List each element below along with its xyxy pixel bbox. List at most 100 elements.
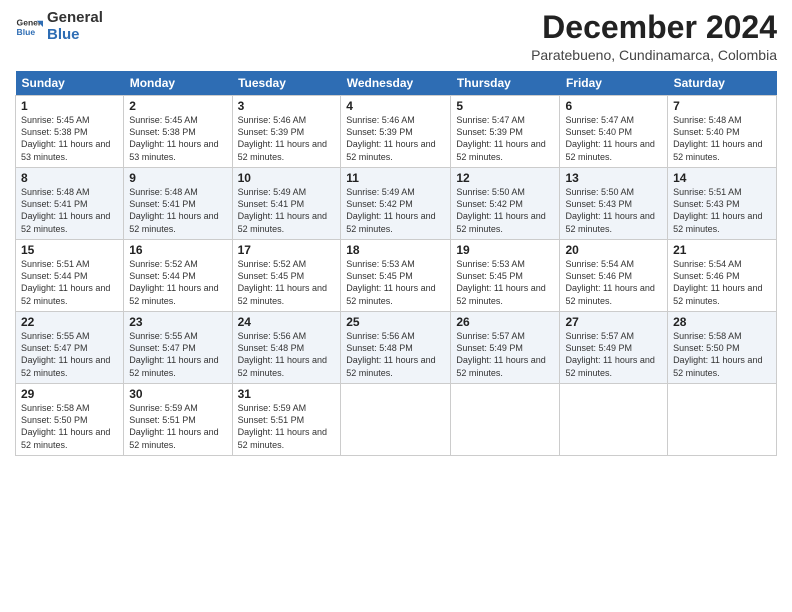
day-number: 13 xyxy=(565,171,662,185)
header-day-wednesday: Wednesday xyxy=(341,71,451,96)
day-number: 22 xyxy=(21,315,118,329)
day-info: Sunrise: 5:49 AMSunset: 5:42 PMDaylight:… xyxy=(346,187,435,233)
day-info: Sunrise: 5:55 AMSunset: 5:47 PMDaylight:… xyxy=(129,331,218,377)
day-info: Sunrise: 5:53 AMSunset: 5:45 PMDaylight:… xyxy=(456,259,545,305)
day-info: Sunrise: 5:48 AMSunset: 5:40 PMDaylight:… xyxy=(673,115,762,161)
day-number: 15 xyxy=(21,243,118,257)
logo-text: General Blue xyxy=(47,10,103,43)
calendar-cell: 7 Sunrise: 5:48 AMSunset: 5:40 PMDayligh… xyxy=(668,96,777,168)
day-info: Sunrise: 5:56 AMSunset: 5:48 PMDaylight:… xyxy=(238,331,327,377)
header: General Blue General Blue December 2024 … xyxy=(15,10,777,63)
day-number: 18 xyxy=(346,243,445,257)
day-number: 11 xyxy=(346,171,445,185)
calendar-cell: 28 Sunrise: 5:58 AMSunset: 5:50 PMDaylig… xyxy=(668,312,777,384)
day-number: 8 xyxy=(21,171,118,185)
day-number: 5 xyxy=(456,99,554,113)
day-info: Sunrise: 5:49 AMSunset: 5:41 PMDaylight:… xyxy=(238,187,327,233)
day-number: 31 xyxy=(238,387,336,401)
calendar-cell: 21 Sunrise: 5:54 AMSunset: 5:46 PMDaylig… xyxy=(668,240,777,312)
calendar-cell: 3 Sunrise: 5:46 AMSunset: 5:39 PMDayligh… xyxy=(232,96,341,168)
calendar-cell: 25 Sunrise: 5:56 AMSunset: 5:48 PMDaylig… xyxy=(341,312,451,384)
calendar-cell: 1 Sunrise: 5:45 AMSunset: 5:38 PMDayligh… xyxy=(16,96,124,168)
week-row-1: 1 Sunrise: 5:45 AMSunset: 5:38 PMDayligh… xyxy=(16,96,777,168)
day-info: Sunrise: 5:56 AMSunset: 5:48 PMDaylight:… xyxy=(346,331,435,377)
day-number: 30 xyxy=(129,387,226,401)
calendar-cell: 24 Sunrise: 5:56 AMSunset: 5:48 PMDaylig… xyxy=(232,312,341,384)
day-info: Sunrise: 5:59 AMSunset: 5:51 PMDaylight:… xyxy=(129,403,218,449)
header-day-monday: Monday xyxy=(124,71,232,96)
day-number: 28 xyxy=(673,315,771,329)
calendar-cell: 13 Sunrise: 5:50 AMSunset: 5:43 PMDaylig… xyxy=(560,168,668,240)
calendar-table: SundayMondayTuesdayWednesdayThursdayFrid… xyxy=(15,71,777,456)
day-info: Sunrise: 5:50 AMSunset: 5:43 PMDaylight:… xyxy=(565,187,654,233)
day-info: Sunrise: 5:57 AMSunset: 5:49 PMDaylight:… xyxy=(565,331,654,377)
main-container: General Blue General Blue December 2024 … xyxy=(0,0,792,466)
day-number: 23 xyxy=(129,315,226,329)
day-info: Sunrise: 5:52 AMSunset: 5:44 PMDaylight:… xyxy=(129,259,218,305)
day-number: 24 xyxy=(238,315,336,329)
day-info: Sunrise: 5:54 AMSunset: 5:46 PMDaylight:… xyxy=(565,259,654,305)
day-number: 14 xyxy=(673,171,771,185)
day-info: Sunrise: 5:55 AMSunset: 5:47 PMDaylight:… xyxy=(21,331,110,377)
calendar-cell xyxy=(668,384,777,456)
calendar-cell: 17 Sunrise: 5:52 AMSunset: 5:45 PMDaylig… xyxy=(232,240,341,312)
calendar-cell: 9 Sunrise: 5:48 AMSunset: 5:41 PMDayligh… xyxy=(124,168,232,240)
calendar-cell: 4 Sunrise: 5:46 AMSunset: 5:39 PMDayligh… xyxy=(341,96,451,168)
day-info: Sunrise: 5:57 AMSunset: 5:49 PMDaylight:… xyxy=(456,331,545,377)
day-number: 16 xyxy=(129,243,226,257)
week-row-4: 22 Sunrise: 5:55 AMSunset: 5:47 PMDaylig… xyxy=(16,312,777,384)
calendar-cell: 30 Sunrise: 5:59 AMSunset: 5:51 PMDaylig… xyxy=(124,384,232,456)
calendar-cell: 15 Sunrise: 5:51 AMSunset: 5:44 PMDaylig… xyxy=(16,240,124,312)
day-number: 29 xyxy=(21,387,118,401)
day-info: Sunrise: 5:46 AMSunset: 5:39 PMDaylight:… xyxy=(346,115,435,161)
day-number: 27 xyxy=(565,315,662,329)
day-info: Sunrise: 5:52 AMSunset: 5:45 PMDaylight:… xyxy=(238,259,327,305)
day-info: Sunrise: 5:58 AMSunset: 5:50 PMDaylight:… xyxy=(21,403,110,449)
calendar-cell: 27 Sunrise: 5:57 AMSunset: 5:49 PMDaylig… xyxy=(560,312,668,384)
day-info: Sunrise: 5:47 AMSunset: 5:40 PMDaylight:… xyxy=(565,115,654,161)
calendar-cell: 29 Sunrise: 5:58 AMSunset: 5:50 PMDaylig… xyxy=(16,384,124,456)
day-info: Sunrise: 5:59 AMSunset: 5:51 PMDaylight:… xyxy=(238,403,327,449)
title-area: December 2024 Paratebueno, Cundinamarca,… xyxy=(531,10,777,63)
calendar-cell: 26 Sunrise: 5:57 AMSunset: 5:49 PMDaylig… xyxy=(451,312,560,384)
location-subtitle: Paratebueno, Cundinamarca, Colombia xyxy=(531,47,777,63)
day-number: 6 xyxy=(565,99,662,113)
day-number: 19 xyxy=(456,243,554,257)
day-info: Sunrise: 5:48 AMSunset: 5:41 PMDaylight:… xyxy=(129,187,218,233)
day-number: 2 xyxy=(129,99,226,113)
calendar-header-row: SundayMondayTuesdayWednesdayThursdayFrid… xyxy=(16,71,777,96)
calendar-cell: 6 Sunrise: 5:47 AMSunset: 5:40 PMDayligh… xyxy=(560,96,668,168)
calendar-cell: 16 Sunrise: 5:52 AMSunset: 5:44 PMDaylig… xyxy=(124,240,232,312)
month-title: December 2024 xyxy=(531,10,777,45)
day-number: 10 xyxy=(238,171,336,185)
day-number: 26 xyxy=(456,315,554,329)
calendar-cell: 12 Sunrise: 5:50 AMSunset: 5:42 PMDaylig… xyxy=(451,168,560,240)
logo: General Blue General Blue xyxy=(15,10,103,43)
week-row-2: 8 Sunrise: 5:48 AMSunset: 5:41 PMDayligh… xyxy=(16,168,777,240)
day-info: Sunrise: 5:51 AMSunset: 5:44 PMDaylight:… xyxy=(21,259,110,305)
day-number: 1 xyxy=(21,99,118,113)
calendar-cell: 10 Sunrise: 5:49 AMSunset: 5:41 PMDaylig… xyxy=(232,168,341,240)
day-number: 3 xyxy=(238,99,336,113)
day-number: 12 xyxy=(456,171,554,185)
day-info: Sunrise: 5:50 AMSunset: 5:42 PMDaylight:… xyxy=(456,187,545,233)
day-info: Sunrise: 5:58 AMSunset: 5:50 PMDaylight:… xyxy=(673,331,762,377)
logo-icon: General Blue xyxy=(15,13,43,41)
calendar-cell: 2 Sunrise: 5:45 AMSunset: 5:38 PMDayligh… xyxy=(124,96,232,168)
calendar-cell xyxy=(341,384,451,456)
header-day-sunday: Sunday xyxy=(16,71,124,96)
calendar-cell: 11 Sunrise: 5:49 AMSunset: 5:42 PMDaylig… xyxy=(341,168,451,240)
day-number: 7 xyxy=(673,99,771,113)
header-day-friday: Friday xyxy=(560,71,668,96)
header-day-thursday: Thursday xyxy=(451,71,560,96)
week-row-3: 15 Sunrise: 5:51 AMSunset: 5:44 PMDaylig… xyxy=(16,240,777,312)
calendar-cell: 20 Sunrise: 5:54 AMSunset: 5:46 PMDaylig… xyxy=(560,240,668,312)
day-info: Sunrise: 5:53 AMSunset: 5:45 PMDaylight:… xyxy=(346,259,435,305)
calendar-cell: 18 Sunrise: 5:53 AMSunset: 5:45 PMDaylig… xyxy=(341,240,451,312)
day-info: Sunrise: 5:51 AMSunset: 5:43 PMDaylight:… xyxy=(673,187,762,233)
calendar-cell xyxy=(451,384,560,456)
day-number: 9 xyxy=(129,171,226,185)
day-info: Sunrise: 5:48 AMSunset: 5:41 PMDaylight:… xyxy=(21,187,110,233)
header-day-saturday: Saturday xyxy=(668,71,777,96)
calendar-cell: 22 Sunrise: 5:55 AMSunset: 5:47 PMDaylig… xyxy=(16,312,124,384)
